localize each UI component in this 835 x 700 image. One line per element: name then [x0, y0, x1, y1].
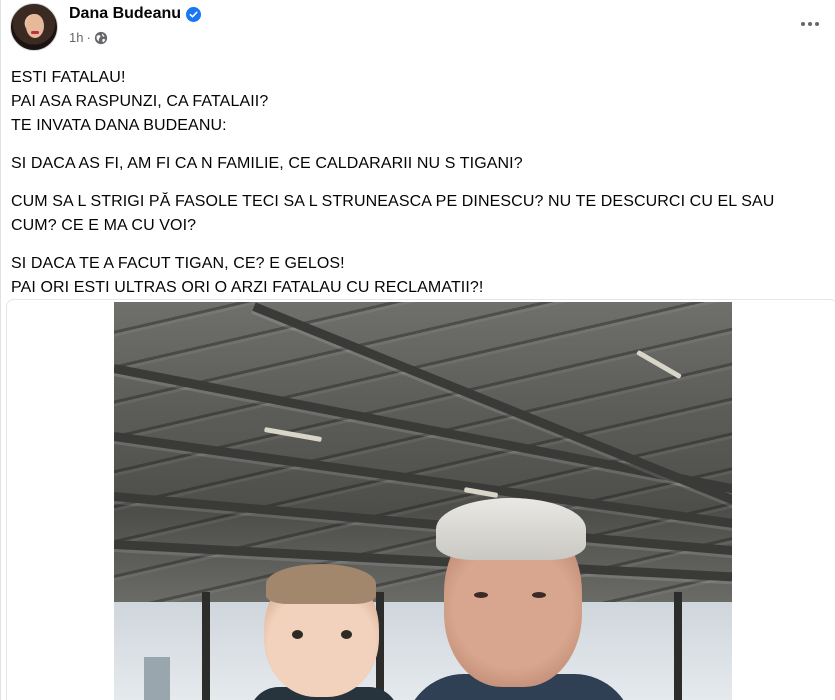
post-time[interactable]: 1h: [69, 30, 83, 45]
more-options-icon[interactable]: [796, 10, 824, 38]
text-line: SI DACA AS FI, AM FI CA N FAMILIE, CE CA…: [11, 155, 523, 172]
baby-eye: [341, 630, 352, 639]
paragraph-2: SI DACA AS FI, AM FI CA N FAMILIE, CE CA…: [11, 152, 821, 176]
man-hair: [436, 498, 586, 560]
author-avatar[interactable]: [10, 3, 58, 51]
avatar-face: [26, 14, 44, 38]
paragraph-3: CUM SA L STRIGI PĂ FASOLE TECI SA L STRU…: [11, 190, 821, 238]
post-media[interactable]: [6, 299, 835, 700]
window-frame: [202, 592, 210, 700]
post-meta: 1h ·: [69, 30, 108, 45]
man-eye: [474, 592, 488, 598]
text-line: PAI ASA RASPUNZI, CA FATALAII?: [11, 93, 269, 110]
author-name[interactable]: Dana Budeanu: [69, 5, 181, 23]
facebook-post: Dana Budeanu 1h · ESTI FATALAU! PAI ASA …: [0, 0, 835, 700]
post-header: Dana Budeanu 1h ·: [1, 0, 835, 58]
author-name-row: Dana Budeanu: [69, 5, 202, 23]
text-line: CUM SA L STRIGI PĂ FASOLE TECI SA L STRU…: [11, 193, 775, 234]
paragraph-4: SI DACA TE A FACUT TIGAN, CE? E GELOS! P…: [11, 252, 821, 300]
text-line: SI DACA TE A FACUT TIGAN, CE? E GELOS!: [11, 255, 345, 272]
meta-separator: ·: [86, 30, 91, 45]
man-eye: [532, 592, 546, 598]
baby-eye: [292, 630, 303, 639]
text-line: TE INVATA DANA BUDEANU:: [11, 117, 227, 134]
post-text: ESTI FATALAU! PAI ASA RASPUNZI, CA FATAL…: [11, 66, 821, 314]
avatar-lips: [31, 31, 39, 34]
window-frame: [674, 592, 682, 700]
baby-hair: [266, 564, 376, 604]
text-line: PAI ORI ESTI ULTRAS ORI O ARZI FATALAU C…: [11, 279, 484, 296]
text-line: ESTI FATALAU!: [11, 69, 126, 86]
post-photo[interactable]: [114, 302, 732, 700]
verified-badge-icon: [186, 6, 202, 22]
globe-icon[interactable]: [94, 31, 108, 45]
distant-building: [144, 657, 170, 700]
paragraph-1: ESTI FATALAU! PAI ASA RASPUNZI, CA FATAL…: [11, 66, 821, 138]
